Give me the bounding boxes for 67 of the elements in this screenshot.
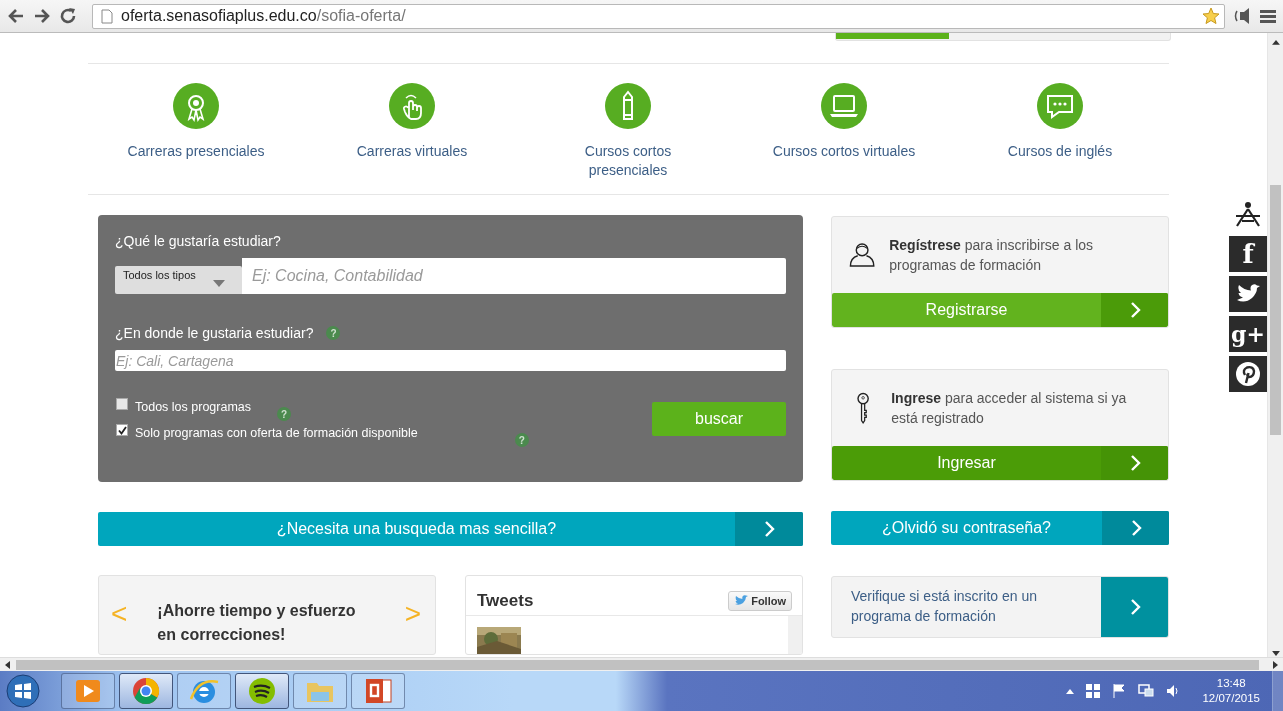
windows-flag-icon[interactable] (1086, 684, 1101, 698)
caret-icon (213, 280, 225, 287)
scroll-right-icon (1273, 660, 1279, 669)
start-button[interactable] (3, 671, 43, 711)
address-bar[interactable]: oferta.senasofiaplus.edu.co/sofia-oferta/ (92, 3, 1225, 29)
follow-button[interactable]: Follow (728, 590, 792, 611)
social-button[interactable]: f (1229, 236, 1267, 272)
card-text: Verifique si está inscrito en un programa de formación (850, 587, 1038, 626)
network-icon[interactable] (1138, 684, 1155, 698)
category-link[interactable]: Carreras virtuales (356, 142, 468, 161)
vertical-scrollbar[interactable] (1267, 33, 1283, 657)
flag-icon[interactable] (1112, 684, 1127, 698)
menu-icon[interactable] (1259, 8, 1277, 24)
social-button[interactable] (1229, 356, 1267, 392)
url-text: oferta.senasofiaplus.edu.co/sofia-oferta/ (121, 7, 406, 25)
category-link[interactable]: Cursos cortos presenciales (548, 142, 708, 180)
taskbar-button[interactable] (235, 673, 289, 709)
widget-title: Tweets (477, 590, 534, 611)
pin-icon (1235, 361, 1261, 387)
help-badge[interactable]: ? (277, 407, 292, 421)
checkbox-label: Solo programas con oferta de formación disponible (135, 426, 418, 440)
category-link[interactable]: Carreras presenciales (127, 142, 265, 161)
social-button[interactable]: g+ (1229, 316, 1267, 352)
clock[interactable]: 13:48 12/07/2015 (1202, 676, 1260, 706)
scrollbar-thumb[interactable] (16, 659, 1259, 670)
simple-search-button[interactable]: ¿Necesita una busqueda mas sencilla? (98, 512, 803, 546)
scroll-left-icon (4, 660, 10, 669)
chevron-right-icon (762, 520, 776, 538)
scrollbar[interactable] (788, 616, 802, 654)
field-label: ¿Qué le gustaría estudiar? (115, 233, 281, 249)
star-icon[interactable] (1202, 7, 1220, 25)
category-link[interactable]: Cursos cortos virtuales (772, 142, 916, 161)
bird-icon (734, 594, 749, 607)
scroll-up-icon (1271, 39, 1280, 45)
checkbox-label: Todos los programas (135, 400, 252, 414)
card-text: Regístrese para inscribirse a los programas de formación (889, 236, 1095, 275)
search-button[interactable]: buscar (652, 402, 786, 436)
bird-icon (1236, 284, 1260, 304)
type-dropdown[interactable]: Todos los tipos (115, 266, 242, 294)
up-arrow-icon[interactable] (1066, 688, 1075, 694)
taskbar-button[interactable] (119, 673, 173, 709)
forgot-password-button[interactable]: ¿Olvidó su contraseña? (831, 511, 1169, 545)
check-icon (117, 425, 127, 435)
location-field[interactable]: Ej: Cali, Cartagena (115, 350, 786, 371)
page-icon (101, 8, 113, 24)
study-search-field[interactable]: Ej: Cocina, Contabilidad (242, 258, 786, 294)
windows-logo-icon (6, 674, 40, 708)
medal-icon[interactable] (173, 83, 219, 129)
reload-icon[interactable] (58, 6, 78, 26)
field-label: ¿En donde le gustaria estudiar? (115, 325, 314, 341)
login-button[interactable]: Ingresar (832, 446, 1168, 480)
category-link[interactable]: Cursos de inglés (1007, 142, 1113, 161)
card-text: Ingrese para acceder al sistema si ya está registrado (891, 389, 1128, 428)
checkbox[interactable] (116, 398, 128, 410)
speaker-icon[interactable] (1166, 684, 1181, 698)
promo-text: ¡Ahorre tiempo y esfuerzo en correcciones! (157, 601, 357, 645)
laptop-icon[interactable] (821, 83, 867, 129)
pencil-icon[interactable] (605, 83, 651, 129)
clock-date: 12/07/2015 (1202, 691, 1260, 706)
checkbox[interactable] (116, 424, 128, 436)
chat-icon[interactable] (1037, 83, 1083, 129)
figure-icon (1233, 200, 1263, 228)
help-badge[interactable]: ? (326, 326, 341, 340)
social-button[interactable] (1229, 276, 1267, 312)
help-badge[interactable]: ? (514, 433, 529, 447)
clock-time: 13:48 (1216, 676, 1246, 691)
pointing-hand-icon[interactable] (389, 83, 435, 129)
